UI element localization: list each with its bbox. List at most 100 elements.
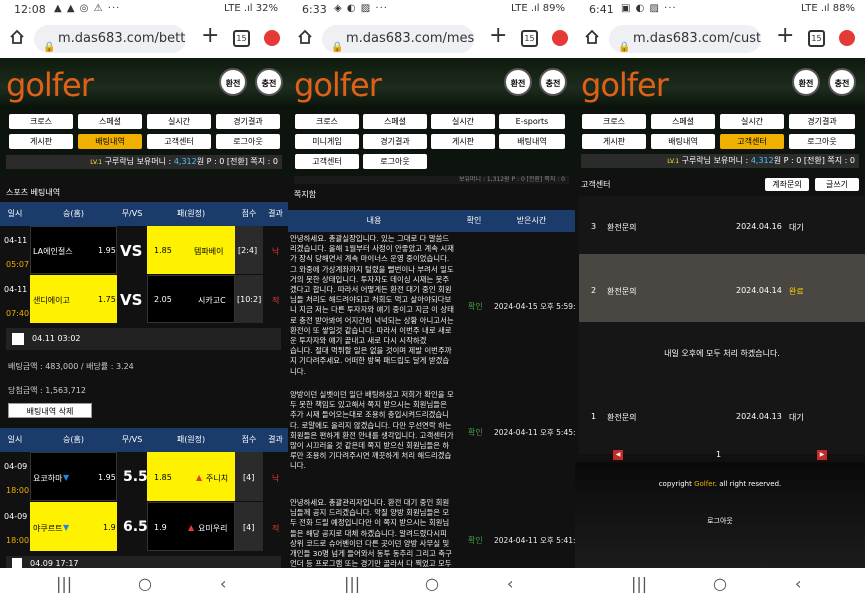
row-time: 05:07: [6, 260, 30, 269]
reply-content: 내일 오후에 모두 처리 하겠습니다.: [579, 322, 865, 382]
table-row[interactable]: 04-09 18:00 야쿠르트 ▼ 1.9 6.5 1.9 ▲ 요미우리 [4…: [0, 502, 288, 552]
back-icon[interactable]: ‹: [220, 574, 226, 593]
site-logo[interactable]: golfer: [294, 66, 382, 104]
table-row[interactable]: 04-11 07:40 샌디에이고 1.75 VS 2.05 시카고C [10:…: [0, 275, 288, 324]
next-page-icon[interactable]: ▶: [817, 450, 827, 460]
delete-bet-button[interactable]: 배팅내역 삭제: [8, 403, 92, 418]
list-item[interactable]: 3 환전문의 2024.04.16 대기: [579, 196, 865, 254]
back-icon[interactable]: ‹: [795, 574, 801, 593]
home-icon[interactable]: [9, 29, 25, 45]
away-odds: 2.05: [154, 295, 172, 304]
menu-results[interactable]: 경기결과: [363, 134, 427, 149]
table-row[interactable]: 04-09 18:00 요코하마 ▼ 1.95 5.5 1.85 ▲ 주니치 […: [0, 452, 288, 502]
url-text: m.das683.com/message: [346, 31, 474, 46]
slip-checkbox[interactable]: [12, 558, 22, 568]
menu-cross[interactable]: 크로스: [295, 114, 359, 129]
exchange-button[interactable]: 환전: [792, 68, 820, 96]
write-button[interactable]: 글쓰기: [815, 178, 859, 191]
tab-count-button[interactable]: 15: [521, 30, 538, 47]
exchange-button[interactable]: 환전: [504, 68, 532, 96]
home-nav-icon[interactable]: ○: [713, 574, 727, 593]
post-date: 2024.04.14: [736, 286, 782, 295]
col-result: 결과: [263, 428, 288, 452]
menu-board[interactable]: 게시판: [582, 134, 646, 149]
menu-live[interactable]: 실시간: [431, 114, 495, 129]
current-page[interactable]: 1: [716, 450, 721, 459]
address-bar[interactable]: 🔒m.das683.com/betting: [34, 25, 186, 53]
address-bar[interactable]: 🔒m.das683.com/message: [322, 25, 474, 53]
menu-logout[interactable]: 로그아웃: [789, 134, 855, 149]
menu-logout[interactable]: 로그아웃: [216, 134, 280, 149]
back-icon[interactable]: ‹: [507, 574, 513, 593]
list-item[interactable]: 1 환전문의 2024.04.13 대기: [579, 382, 865, 454]
menu-board[interactable]: 게시판: [431, 134, 495, 149]
charge-button[interactable]: 충전: [539, 68, 567, 96]
recent-apps-icon[interactable]: |||: [344, 574, 360, 593]
post-date: 2024.04.16: [736, 222, 782, 231]
balance-unit: 원: [196, 157, 205, 166]
account-inquiry-button[interactable]: 계좌문의: [765, 178, 809, 191]
footer-logout-link[interactable]: 로그아웃: [575, 516, 865, 526]
menu-logout[interactable]: 로그아웃: [363, 154, 427, 169]
exchange-button[interactable]: 환전: [219, 68, 247, 96]
menu-results[interactable]: 경기결과: [216, 114, 280, 129]
menu-live[interactable]: 실시간: [720, 114, 784, 129]
menu-results[interactable]: 경기결과: [789, 114, 855, 129]
message-count[interactable]: 쪽지 : 0: [250, 157, 278, 166]
menu-minigame[interactable]: 미니게임: [295, 134, 359, 149]
slip-checkbox[interactable]: [12, 333, 24, 345]
extension-icon[interactable]: [552, 30, 568, 46]
copyright-brand: Golfer: [694, 480, 715, 488]
address-bar[interactable]: 🔒m.das683.com/customer: [609, 25, 761, 53]
home-nav-icon[interactable]: ○: [425, 574, 439, 593]
menu-customer-center[interactable]: 고객센터: [720, 134, 784, 149]
post-title: 환전문의: [607, 287, 637, 296]
new-tab-icon[interactable]: +: [776, 23, 794, 48]
recent-apps-icon[interactable]: |||: [631, 574, 647, 593]
menu-esports[interactable]: E-sports: [499, 114, 565, 129]
tab-count-button[interactable]: 15: [808, 30, 825, 47]
convert-link[interactable]: [전환]: [227, 157, 248, 166]
charge-button[interactable]: 충전: [828, 68, 856, 96]
down-arrow-icon: ▼: [63, 473, 70, 482]
convert-link[interactable]: [전환]: [804, 156, 825, 165]
recent-apps-icon[interactable]: |||: [56, 574, 72, 593]
extension-icon[interactable]: [264, 30, 280, 46]
message-line: 가 장식 당해면서 계속 마이너스 운영 중이었습니다.: [290, 254, 450, 264]
user-info-bar: 보유머니 : 1,312원 P : 0 [전환] 쪽지 : 0: [294, 176, 569, 184]
menu-customer-center[interactable]: 고객센터: [295, 154, 359, 169]
menu-bet-history[interactable]: 배팅내역: [651, 134, 715, 149]
extension-icon[interactable]: [839, 30, 855, 46]
home-icon[interactable]: [584, 29, 600, 45]
menu-cross[interactable]: 크로스: [9, 114, 73, 129]
list-item[interactable]: 2 환전문의 2024.04.14 완료: [579, 254, 865, 322]
prev-page-icon[interactable]: ◀: [613, 450, 623, 460]
menu-live[interactable]: 실시간: [147, 114, 211, 129]
row-date: 04-11: [4, 236, 28, 245]
notification-icons: ▣ ◐ ▨ ···: [621, 3, 677, 14]
tab-count-button[interactable]: 15: [233, 30, 250, 47]
site-logo[interactable]: golfer: [6, 66, 94, 104]
menu-cross[interactable]: 크로스: [582, 114, 646, 129]
new-tab-icon[interactable]: +: [489, 23, 507, 48]
site-logo[interactable]: golfer: [581, 66, 669, 104]
new-tab-icon[interactable]: +: [201, 23, 219, 48]
menu-special[interactable]: 스페셜: [78, 114, 142, 129]
table-row[interactable]: 04-11 05:07 LA에인절스 1.95 VS 1.85 템파베이 [2:…: [0, 226, 288, 275]
menu-bet-history[interactable]: 배팅내역: [78, 134, 142, 149]
home-nav-icon[interactable]: ○: [138, 574, 152, 593]
charge-button[interactable]: 충전: [255, 68, 283, 96]
menu-board[interactable]: 게시판: [9, 134, 73, 149]
home-icon[interactable]: [297, 29, 313, 45]
message-time: 2024-04-15 오후 5:59:58: [494, 302, 575, 312]
post-number: 2: [591, 286, 597, 295]
row-time: 18:00: [6, 536, 30, 545]
status-bar: 6:33 ◈ ◐ ▨ ··· LTE .ıl 89%: [288, 0, 575, 20]
menu-bet-history[interactable]: 배팅내역: [499, 134, 565, 149]
message-check: 확인: [468, 427, 483, 437]
menu-special[interactable]: 스페셜: [363, 114, 427, 129]
post-title: 환전문의: [607, 413, 637, 422]
menu-special[interactable]: 스페셜: [651, 114, 715, 129]
menu-customer-center[interactable]: 고객센터: [147, 134, 211, 149]
message-count[interactable]: 쪽지 : 0: [827, 156, 855, 165]
